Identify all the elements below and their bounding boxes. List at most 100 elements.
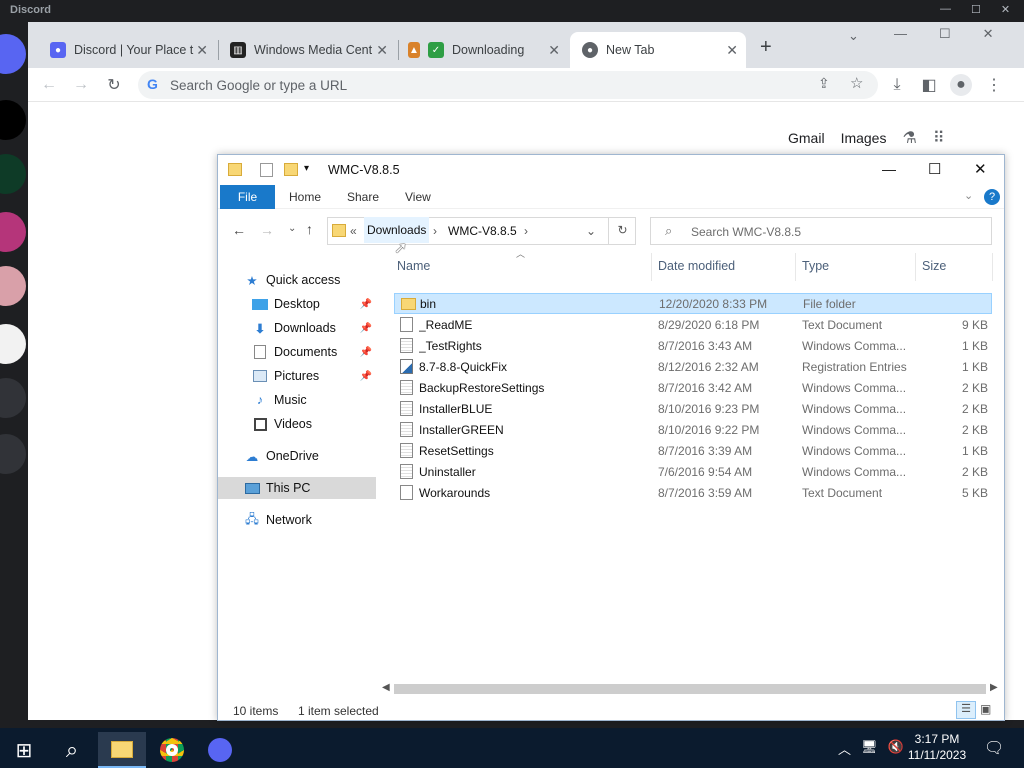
scroll-thumb[interactable] — [394, 684, 986, 694]
column-header-date[interactable]: Date modified — [658, 259, 735, 273]
table-row[interactable]: bin 12/20/2020 8:33 PM File folder — [394, 293, 992, 314]
new-tab-button[interactable]: + — [760, 36, 772, 59]
ribbon-tab-file[interactable]: File — [220, 185, 275, 209]
maximize-icon[interactable]: ☐ — [971, 3, 981, 19]
server-icon[interactable] — [0, 324, 26, 364]
back-icon[interactable]: ← — [38, 74, 60, 96]
pin-icon[interactable]: 📌 — [360, 371, 372, 382]
nav-this-pc[interactable]: This PC — [218, 477, 376, 499]
share-icon[interactable]: ⇪ — [818, 75, 830, 92]
minimize-icon[interactable]: — — [894, 26, 907, 42]
nav-downloads[interactable]: ⬇ Downloads 📌 — [218, 317, 376, 339]
close-icon[interactable]: ✕ — [726, 42, 738, 59]
reload-icon[interactable]: ↻ — [103, 74, 125, 96]
column-header-size[interactable]: Size — [922, 259, 946, 273]
pin-icon[interactable]: 📌 — [360, 323, 372, 334]
server-icon[interactable] — [0, 212, 26, 252]
column-header-type[interactable]: Type — [802, 259, 829, 273]
omnibox[interactable]: G Search Google or type a URL ⇪ ☆ — [138, 71, 878, 99]
table-row[interactable]: ResetSettings 8/7/2016 3:39 AM Windows Com… — [394, 440, 992, 461]
expand-ribbon-icon[interactable]: ⌄ — [964, 189, 973, 202]
scroll-right-icon[interactable]: ▶ — [990, 682, 998, 693]
ribbon-tab-view[interactable]: View — [405, 185, 431, 209]
recent-locations-icon[interactable]: ⌄ — [288, 223, 296, 234]
profile-avatar-icon[interactable]: ● — [950, 74, 972, 96]
nav-onedrive[interactable]: ☁ OneDrive — [218, 445, 376, 467]
tab-windows-media-center[interactable]: ▥ Windows Media Cent ✕ — [218, 32, 396, 68]
server-icon[interactable] — [0, 154, 26, 194]
nav-pictures[interactable]: Pictures 📌 — [218, 365, 376, 387]
table-row[interactable]: _TestRights 8/7/2016 3:43 AM Windows Comma… — [394, 335, 992, 356]
breadcrumb-separator-icon[interactable]: › — [433, 224, 437, 238]
chrome-taskbar-icon[interactable] — [148, 732, 196, 768]
address-history-icon[interactable]: ⌄ — [586, 224, 596, 238]
tab-new-tab[interactable]: ● New Tab ✕ — [570, 32, 746, 68]
maximize-icon[interactable]: ☐ — [928, 160, 941, 178]
download-icon[interactable]: ⤓ — [886, 74, 908, 96]
nav-documents[interactable]: Documents 📌 — [218, 341, 376, 363]
close-icon[interactable]: ✕ — [983, 26, 994, 42]
table-row[interactable]: InstallerBLUE 8/10/2016 9:23 PM Windows Co… — [394, 398, 992, 419]
close-icon[interactable]: ✕ — [974, 160, 987, 178]
breadcrumb-separator-icon[interactable]: › — [524, 224, 528, 238]
tab-downloading[interactable]: ▲ ✓ Downloading ✕ — [396, 32, 568, 68]
maximize-icon[interactable]: ☐ — [939, 26, 951, 42]
pin-icon[interactable]: 📌 — [360, 299, 372, 310]
close-icon[interactable]: ✕ — [1001, 3, 1010, 19]
nav-music[interactable]: ♪ Music — [218, 389, 376, 411]
up-icon[interactable]: ↑ — [306, 221, 313, 237]
forward-icon[interactable]: → — [70, 74, 92, 96]
table-row[interactable]: Workarounds 8/7/2016 3:59 AM Text Document… — [394, 482, 992, 503]
help-icon[interactable]: ? — [984, 189, 1000, 205]
tab-discord[interactable]: ● Discord | Your Place t ✕ — [38, 32, 216, 68]
scroll-left-icon[interactable]: ◀ — [382, 682, 390, 693]
ribbon-tab-home[interactable]: Home — [289, 185, 321, 209]
new-folder-icon[interactable] — [284, 163, 298, 176]
nav-desktop[interactable]: Desktop 📌 — [218, 293, 376, 315]
bookmark-star-icon[interactable]: ☆ — [850, 74, 863, 92]
nav-network[interactable]: 🖧 Network — [218, 509, 376, 531]
minimize-icon[interactable]: — — [882, 161, 896, 177]
details-view-icon[interactable]: ☰ — [956, 701, 976, 719]
large-icons-view-icon[interactable]: ▣ — [980, 702, 991, 716]
minimize-icon[interactable]: — — [940, 3, 951, 19]
table-row[interactable]: Uninstaller 7/6/2016 9:54 AM Windows Comma… — [394, 461, 992, 482]
forward-icon[interactable]: → — [260, 222, 274, 238]
nav-quick-access[interactable]: ★ Quick access — [218, 269, 376, 291]
table-row[interactable]: 8.7-8.8-QuickFix 8/12/2016 2:32 AM Registr… — [394, 356, 992, 377]
refresh-icon[interactable]: ↻ — [608, 217, 636, 245]
gmail-link[interactable]: Gmail — [788, 130, 825, 146]
discord-home-icon[interactable] — [0, 34, 26, 74]
close-icon[interactable]: ✕ — [196, 42, 208, 59]
ribbon-tab-share[interactable]: Share — [347, 185, 379, 209]
quick-access-dropdown-icon[interactable]: ▾ — [304, 163, 309, 174]
properties-icon[interactable] — [260, 163, 273, 177]
nav-videos[interactable]: Videos — [218, 413, 376, 435]
horizontal-scrollbar[interactable]: ◀ ▶ — [378, 681, 1004, 697]
search-box[interactable]: ⌕ Search WMC-V8.8.5 — [650, 217, 992, 245]
table-row[interactable]: BackupRestoreSettings 8/7/2016 3:42 AM Win… — [394, 377, 992, 398]
server-icon[interactable] — [0, 266, 26, 306]
side-panel-icon[interactable]: ◧ — [918, 74, 940, 96]
tab-search-icon[interactable]: ⌄ — [848, 28, 859, 44]
table-row[interactable]: _ReadME 8/29/2020 6:18 PM Text Document 9 K… — [394, 314, 992, 335]
breadcrumb-current[interactable]: WMC-V8.8.5 — [448, 224, 517, 238]
back-icon[interactable]: ← — [232, 222, 246, 238]
discord-taskbar-icon[interactable] — [196, 732, 244, 768]
network-icon[interactable]: 🖥 — [861, 739, 878, 758]
close-icon[interactable]: ✕ — [548, 42, 560, 59]
tray-chevron-icon[interactable]: ︿ — [838, 739, 851, 758]
server-icon[interactable] — [0, 434, 26, 474]
images-link[interactable]: Images — [841, 130, 887, 146]
start-button[interactable]: ⊞ — [0, 732, 48, 768]
column-header-name[interactable]: Name — [397, 259, 430, 273]
menu-icon[interactable]: ⋮ — [983, 74, 1005, 96]
search-icon[interactable]: ⌕ — [48, 732, 96, 768]
server-icon[interactable] — [0, 100, 26, 140]
labs-icon[interactable]: ⚗ — [902, 128, 916, 148]
address-bar[interactable]: « Downloads › WMC-V8.8.5 › ⌄ ↻ — [327, 217, 636, 245]
file-explorer-taskbar-icon[interactable] — [98, 732, 146, 768]
server-icon[interactable] — [0, 378, 26, 418]
clock[interactable]: 3:17 PM 11/11/2023 — [902, 731, 972, 763]
notifications-icon[interactable]: 🗨 — [984, 738, 1004, 758]
